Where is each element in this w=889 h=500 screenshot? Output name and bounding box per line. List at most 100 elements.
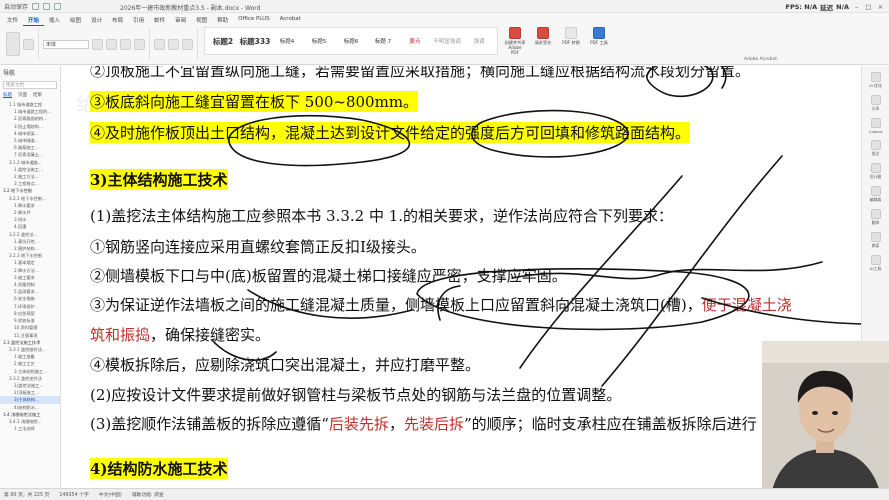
- nav-heading-item[interactable]: 3.主体结构施工…: [0, 368, 60, 375]
- status-word-count[interactable]: 149354 个字: [59, 491, 88, 498]
- status-language[interactable]: 中文(中国): [99, 491, 122, 498]
- ribbon-tab[interactable]: Acrobat: [275, 15, 306, 26]
- nav-heading-item[interactable]: 3.2.2 盖挖法…: [0, 231, 60, 238]
- nav-heading-item[interactable]: 3.2.1 地下水控制…: [0, 195, 60, 202]
- side-tool-button[interactable]: 翻译: [862, 209, 889, 226]
- nav-heading-item[interactable]: 3)主体结构…: [0, 396, 60, 404]
- autosave-label[interactable]: 自动保存: [4, 2, 28, 11]
- nav-heading-item[interactable]: 5.监测要求…: [0, 288, 60, 295]
- nav-heading-item[interactable]: 8.应急预案: [0, 310, 60, 317]
- ribbon-tab[interactable]: 视图: [191, 15, 212, 26]
- style-preset[interactable]: 要点: [399, 37, 431, 45]
- style-preset[interactable]: 标题2: [207, 36, 239, 47]
- bullets-icon[interactable]: [154, 38, 165, 50]
- acrobat-tool-button[interactable]: PDF 工具: [588, 27, 610, 45]
- nav-heading-item[interactable]: 7.沥青混凝土…: [0, 151, 60, 158]
- minimize-icon[interactable]: –: [852, 3, 861, 11]
- side-tool-button[interactable]: 编辑器: [862, 186, 889, 203]
- side-tool-button[interactable]: 设计器: [862, 163, 889, 180]
- nav-heading-item[interactable]: 3.3 盖挖法施工技术: [0, 339, 60, 346]
- nav-heading-item[interactable]: 1)盖挖法施工…: [0, 382, 60, 389]
- nav-heading-item[interactable]: 9.验收标准: [0, 317, 60, 324]
- paste-icon[interactable]: [6, 32, 20, 56]
- style-preset[interactable]: 标题5: [303, 37, 335, 45]
- nav-heading-item[interactable]: 2)顶板施工…: [0, 389, 60, 396]
- italic-icon[interactable]: [106, 38, 117, 50]
- numbering-icon[interactable]: [168, 38, 179, 50]
- cut-icon[interactable]: [23, 38, 34, 50]
- acrobat-tool-button[interactable]: PDF 转换: [560, 27, 582, 45]
- nav-heading-item[interactable]: 5.城市隧道…: [0, 137, 60, 144]
- ribbon-tab[interactable]: 插入: [44, 15, 65, 26]
- style-preset[interactable]: 标题4: [271, 37, 303, 45]
- nav-heading-item[interactable]: 4.城市桥梁…: [0, 130, 60, 137]
- redo-icon[interactable]: [54, 3, 62, 10]
- nav-heading-item[interactable]: 2.施工工艺: [0, 360, 60, 367]
- nav-heading-item[interactable]: 10.资料管理: [0, 324, 60, 331]
- nav-heading-item[interactable]: 2.围护结构…: [0, 245, 60, 252]
- nav-heading-item[interactable]: 1.1 城市道路工程: [0, 101, 60, 108]
- save-icon[interactable]: [32, 3, 40, 10]
- bold-icon[interactable]: [92, 38, 103, 50]
- nav-heading-item[interactable]: 11.注意事项: [0, 332, 60, 339]
- style-preset[interactable]: 标题6: [335, 37, 367, 45]
- nav-tab[interactable]: 标题: [3, 92, 12, 98]
- nav-heading-item[interactable]: 3.2.3 地下水控制: [0, 252, 60, 259]
- align-icon[interactable]: [182, 38, 193, 50]
- style-preset[interactable]: 强调: [463, 37, 495, 45]
- ribbon-tab[interactable]: 绘图: [65, 15, 86, 26]
- nav-heading-item[interactable]: 4)结构防水…: [0, 404, 60, 411]
- status-accessibility[interactable]: 辅助功能: 调查: [132, 491, 164, 498]
- nav-heading-item[interactable]: 1.基本规定: [0, 259, 60, 266]
- status-page[interactable]: 第 60 页，共 225 页: [4, 491, 49, 498]
- side-tool-button[interactable]: AI 优化: [862, 72, 889, 89]
- nav-heading-item[interactable]: 3.4.1 浅埋暗挖…: [0, 418, 60, 425]
- nav-tab[interactable]: 结果: [33, 92, 42, 98]
- ribbon-tab[interactable]: 布局: [107, 15, 128, 26]
- nav-heading-item[interactable]: 7.环境保护: [0, 303, 60, 310]
- nav-heading-item[interactable]: 1.工法选择: [0, 425, 60, 432]
- side-tool-button[interactable]: 批注: [862, 140, 889, 157]
- ribbon-tab[interactable]: 帮助: [212, 15, 233, 26]
- nav-search-input[interactable]: 搜索文档: [3, 81, 57, 89]
- nav-tab[interactable]: 页面: [18, 92, 27, 98]
- nav-heading-item[interactable]: 3.3.1 盖挖顺作法…: [0, 346, 60, 353]
- undo-icon[interactable]: [43, 3, 51, 10]
- nav-heading-item[interactable]: 3.4 浅埋暗挖法施工: [0, 411, 60, 418]
- ribbon-tab[interactable]: 开始: [23, 15, 45, 26]
- document-canvas[interactable]: 给亮老师 ②顶板施工不宜留置纵向施工缝，若需要留置应采取措施；横向施工缝应根据结…: [62, 66, 861, 488]
- nav-heading-item[interactable]: 3.排水: [0, 216, 60, 223]
- style-preset[interactable]: 标题 7: [367, 37, 399, 45]
- nav-heading-item[interactable]: 3.施工要求: [0, 274, 60, 281]
- highlight-icon[interactable]: [134, 38, 145, 50]
- ribbon-tab[interactable]: 邮件: [149, 15, 170, 26]
- nav-heading-item[interactable]: 4.质量控制: [0, 281, 60, 288]
- style-preset[interactable]: 不明显强调: [431, 37, 463, 45]
- ribbon-tab[interactable]: Office PLUS: [233, 15, 274, 26]
- nav-heading-item[interactable]: 3.挡土墙结构…: [0, 123, 60, 130]
- side-tool-button[interactable]: AI工具: [862, 255, 889, 272]
- nav-heading-item[interactable]: 1.基坑开挖…: [0, 238, 60, 245]
- maximize-icon[interactable]: □: [864, 3, 873, 11]
- ribbon-tab[interactable]: 设计: [86, 15, 107, 26]
- nav-heading-item[interactable]: 1.施工准备: [0, 353, 60, 360]
- side-tool-button[interactable]: Copilot: [862, 118, 889, 134]
- nav-heading-item[interactable]: 1.城市道路工程的…: [0, 108, 60, 115]
- side-tool-button[interactable]: 分享: [862, 95, 889, 112]
- side-tool-button[interactable]: 朗读: [862, 232, 889, 249]
- nav-heading-item[interactable]: 1.降水要求: [0, 202, 60, 209]
- underline-icon[interactable]: [120, 38, 131, 50]
- nav-heading-item[interactable]: 3.工程难点…: [0, 180, 60, 187]
- ribbon-tab[interactable]: 文件: [2, 15, 23, 26]
- font-name-select[interactable]: 宋体: [43, 39, 89, 49]
- nav-heading-item[interactable]: 6.路基施工…: [0, 144, 60, 151]
- style-preset[interactable]: 标题333: [239, 36, 271, 47]
- nav-heading-item[interactable]: 2.施工方法…: [0, 173, 60, 180]
- nav-heading-item[interactable]: 1.盖挖法施工…: [0, 166, 60, 173]
- nav-heading-item[interactable]: 2.降水井: [0, 209, 60, 216]
- nav-heading-item[interactable]: 2.降水方法…: [0, 267, 60, 274]
- nav-heading-item[interactable]: 2.沥青路面结构…: [0, 115, 60, 122]
- acrobat-tool-button[interactable]: 请求签名: [532, 27, 554, 45]
- nav-heading-item[interactable]: 6.安全措施: [0, 295, 60, 302]
- nav-heading-item[interactable]: 3.3.2 盖挖逆作法: [0, 375, 60, 382]
